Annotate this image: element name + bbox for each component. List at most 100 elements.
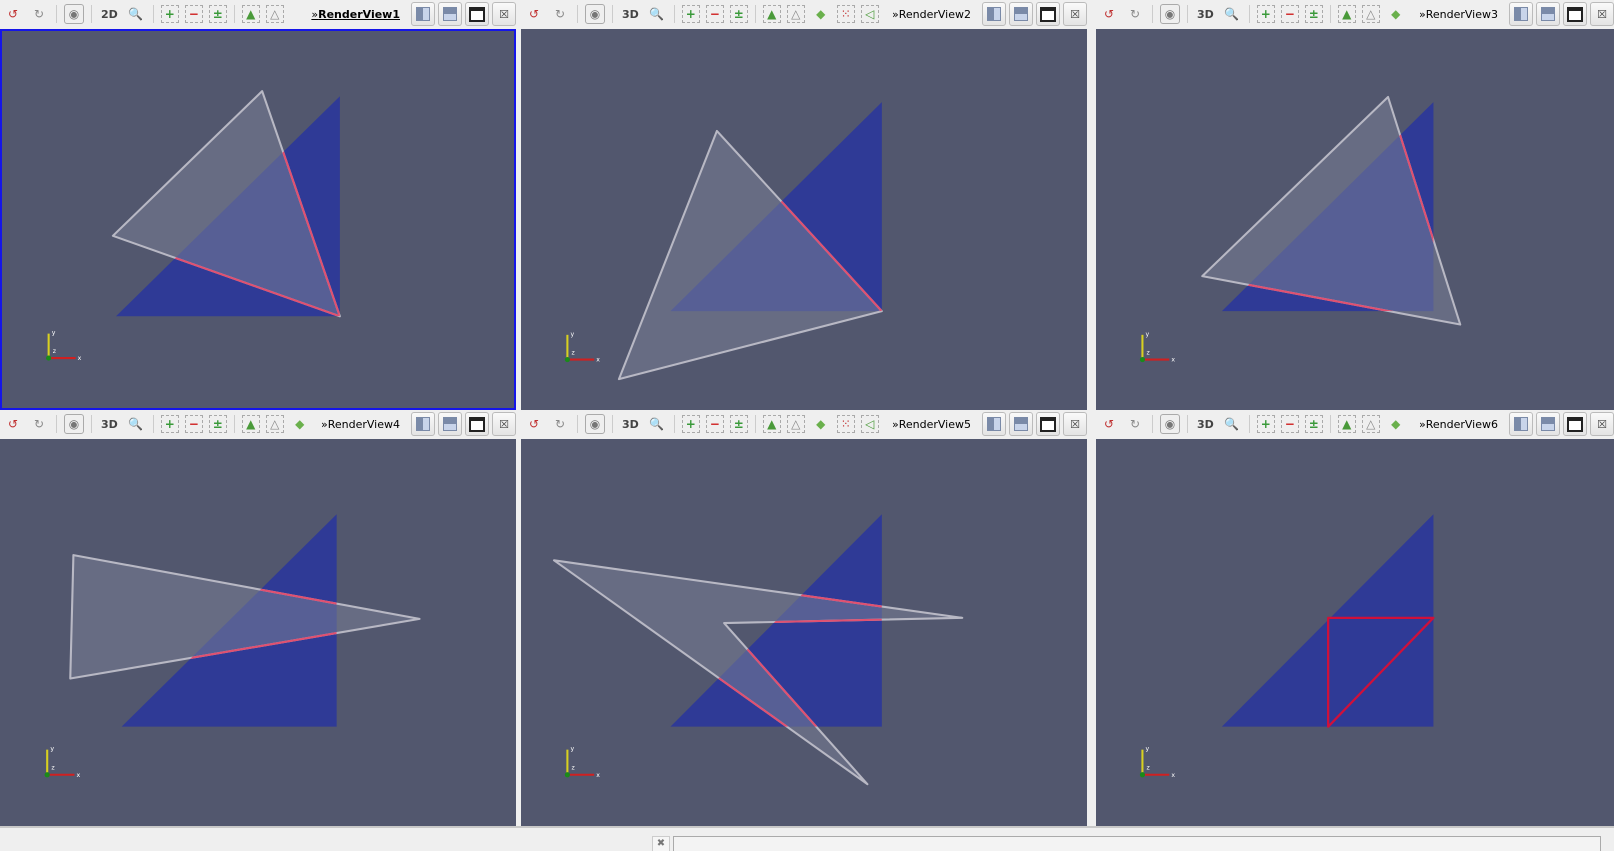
zoom-to-box-icon[interactable]: 🔍 — [1222, 4, 1242, 24]
close-view-button[interactable]: ☒ — [1063, 2, 1087, 26]
select-points-on-icon[interactable]: ▲ — [241, 5, 260, 23]
zoom-in-icon[interactable]: + — [1256, 415, 1275, 433]
render-view-canvas[interactable]: x y z — [0, 29, 516, 410]
select-points-through-icon[interactable]: △ — [265, 415, 284, 433]
view-mode-toggle[interactable]: 3D — [622, 8, 639, 21]
split-vertical-button[interactable] — [1536, 2, 1560, 26]
view-menu-icon[interactable]: » — [892, 418, 899, 431]
view-mode-toggle[interactable]: 3D — [1197, 418, 1214, 431]
zoom-to-data-icon[interactable]: ± — [208, 415, 227, 433]
reset-camera-closest-icon[interactable]: ↻ — [29, 4, 49, 24]
split-vertical-button[interactable] — [1536, 412, 1560, 436]
render-view-canvas[interactable]: x y z — [1096, 439, 1614, 826]
view-mode-toggle[interactable]: 3D — [622, 418, 639, 431]
split-horizontal-button[interactable] — [982, 2, 1006, 26]
view-mode-toggle[interactable]: 3D — [101, 418, 118, 431]
zoom-to-data-icon[interactable]: ± — [729, 5, 748, 23]
view-title[interactable]: »RenderView3 — [1419, 8, 1498, 21]
select-block-icon[interactable]: ◆ — [290, 414, 310, 434]
maximize-button[interactable] — [1563, 412, 1587, 436]
select-points-through-icon[interactable]: △ — [1361, 415, 1380, 433]
zoom-out-icon[interactable]: − — [705, 415, 724, 433]
zoom-out-icon[interactable]: − — [184, 5, 203, 23]
interactive-select-icon[interactable]: ⁙ — [836, 415, 855, 433]
select-block-icon[interactable]: ◆ — [811, 414, 831, 434]
view-title[interactable]: »RenderView2 — [892, 8, 971, 21]
reset-camera-icon[interactable]: ↺ — [1099, 4, 1119, 24]
zoom-out-icon[interactable]: − — [1280, 5, 1299, 23]
maximize-button[interactable] — [1036, 2, 1060, 26]
select-points-on-icon[interactable]: ▲ — [1337, 415, 1356, 433]
close-view-button[interactable]: ☒ — [492, 2, 516, 26]
zoom-to-data-icon[interactable]: ± — [1304, 5, 1323, 23]
maximize-button[interactable] — [465, 2, 489, 26]
split-vertical-button[interactable] — [1009, 2, 1033, 26]
view-mode-toggle[interactable]: 2D — [101, 8, 118, 21]
screenshot-icon[interactable]: ◉ — [64, 414, 84, 434]
screenshot-icon[interactable]: ◉ — [585, 4, 605, 24]
screenshot-icon[interactable]: ◉ — [585, 414, 605, 434]
close-view-button[interactable]: ☒ — [1063, 412, 1087, 436]
zoom-in-icon[interactable]: + — [160, 415, 179, 433]
split-horizontal-button[interactable] — [982, 412, 1006, 436]
zoom-out-icon[interactable]: − — [1280, 415, 1299, 433]
select-polygon-icon[interactable]: ◁ — [860, 5, 879, 23]
select-points-through-icon[interactable]: △ — [1361, 5, 1380, 23]
zoom-to-box-icon[interactable]: 🔍 — [126, 414, 146, 434]
select-points-through-icon[interactable]: △ — [786, 415, 805, 433]
render-view-canvas[interactable]: x y z — [0, 439, 516, 826]
split-vertical-button[interactable] — [438, 412, 462, 436]
reset-camera-closest-icon[interactable]: ↻ — [1125, 4, 1145, 24]
zoom-in-icon[interactable]: + — [160, 5, 179, 23]
select-points-through-icon[interactable]: △ — [786, 5, 805, 23]
render-view-canvas[interactable]: x y z — [1096, 29, 1614, 410]
view-menu-icon[interactable]: » — [892, 8, 899, 21]
zoom-to-box-icon[interactable]: 🔍 — [126, 4, 146, 24]
screenshot-icon[interactable]: ◉ — [64, 4, 84, 24]
view-menu-icon[interactable]: » — [1419, 8, 1426, 21]
reset-camera-icon[interactable]: ↺ — [3, 4, 23, 24]
view-title[interactable]: »RenderView1 — [311, 8, 400, 21]
view-mode-toggle[interactable]: 3D — [1197, 8, 1214, 21]
select-block-icon[interactable]: ◆ — [1386, 4, 1406, 24]
reset-camera-closest-icon[interactable]: ↻ — [550, 4, 570, 24]
split-horizontal-button[interactable] — [411, 412, 435, 436]
reset-camera-icon[interactable]: ↺ — [524, 4, 544, 24]
close-view-button[interactable]: ☒ — [1590, 2, 1614, 26]
zoom-to-box-icon[interactable]: 🔍 — [647, 4, 667, 24]
select-points-on-icon[interactable]: ▲ — [762, 5, 781, 23]
split-vertical-button[interactable] — [1009, 412, 1033, 436]
render-view-canvas[interactable]: x y z — [521, 29, 1087, 410]
close-view-button[interactable]: ☒ — [492, 412, 516, 436]
reset-camera-icon[interactable]: ↺ — [1099, 414, 1119, 434]
select-points-on-icon[interactable]: ▲ — [241, 415, 260, 433]
screenshot-icon[interactable]: ◉ — [1160, 414, 1180, 434]
maximize-button[interactable] — [1036, 412, 1060, 436]
zoom-to-data-icon[interactable]: ± — [1304, 415, 1323, 433]
zoom-to-data-icon[interactable]: ± — [729, 415, 748, 433]
view-title[interactable]: »RenderView5 — [892, 418, 971, 431]
reset-camera-closest-icon[interactable]: ↻ — [550, 414, 570, 434]
reset-camera-closest-icon[interactable]: ↻ — [29, 414, 49, 434]
view-title[interactable]: »RenderView4 — [321, 418, 400, 431]
screenshot-icon[interactable]: ◉ — [1160, 4, 1180, 24]
interactive-select-icon[interactable]: ⁙ — [836, 5, 855, 23]
reset-camera-closest-icon[interactable]: ↻ — [1125, 414, 1145, 434]
zoom-to-box-icon[interactable]: 🔍 — [647, 414, 667, 434]
split-horizontal-button[interactable] — [411, 2, 435, 26]
select-points-on-icon[interactable]: ▲ — [1337, 5, 1356, 23]
select-block-icon[interactable]: ◆ — [811, 4, 831, 24]
zoom-to-box-icon[interactable]: 🔍 — [1222, 414, 1242, 434]
split-horizontal-button[interactable] — [1509, 412, 1533, 436]
zoom-out-icon[interactable]: − — [705, 5, 724, 23]
select-points-on-icon[interactable]: ▲ — [762, 415, 781, 433]
zoom-to-data-icon[interactable]: ± — [208, 5, 227, 23]
select-polygon-icon[interactable]: ◁ — [860, 415, 879, 433]
zoom-in-icon[interactable]: + — [681, 415, 700, 433]
view-menu-icon[interactable]: » — [321, 418, 328, 431]
view-title[interactable]: »RenderView6 — [1419, 418, 1498, 431]
render-view-canvas[interactable]: x y z — [521, 439, 1087, 826]
zoom-in-icon[interactable]: + — [1256, 5, 1275, 23]
zoom-out-icon[interactable]: − — [184, 415, 203, 433]
split-horizontal-button[interactable] — [1509, 2, 1533, 26]
